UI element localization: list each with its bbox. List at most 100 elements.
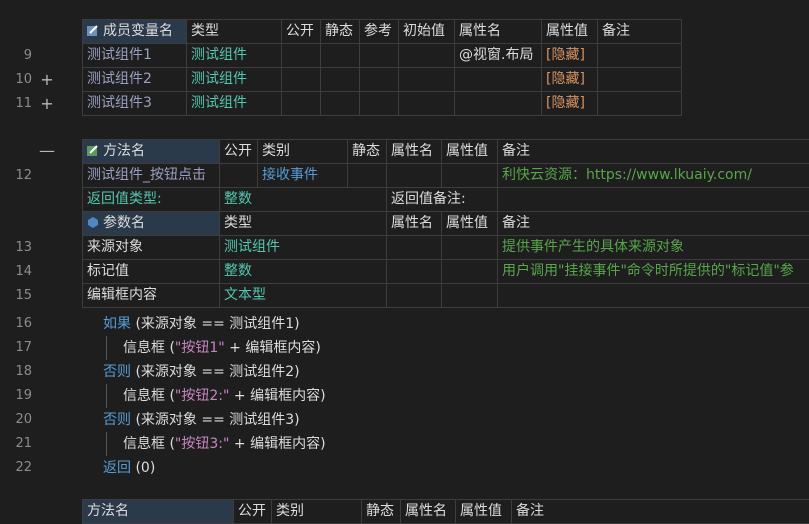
next-header-name[interactable]: 方法名 — [83, 500, 234, 524]
member-type-cell[interactable]: 测试组件 — [187, 44, 282, 68]
param-header-attr-name[interactable]: 属性名 — [387, 212, 442, 236]
param-header-attr-value[interactable]: 属性值 — [442, 212, 498, 236]
member-header-type[interactable]: 类型 — [187, 20, 282, 44]
code-line[interactable]: 信息框 ("按钮2:" + 编辑框内容) — [123, 384, 326, 408]
member-header-name[interactable]: 成员变量名 — [83, 20, 187, 44]
member-attr-cell[interactable] — [455, 68, 542, 92]
param-name-cell[interactable]: 来源对象 — [83, 236, 220, 260]
method-note-cell[interactable]: 利快云资源：https://www.lkuaiy.com/ — [498, 164, 809, 188]
param-attr-cell[interactable] — [387, 260, 442, 284]
string-literal: "按钮2:" — [175, 388, 230, 404]
member-name-cell[interactable]: 测试组件2 — [83, 68, 187, 92]
member-initial-cell[interactable] — [399, 44, 455, 68]
return-note-value[interactable] — [498, 188, 809, 212]
method-header-static[interactable]: 静态 — [348, 140, 387, 164]
method-name-cell[interactable]: 测试组件_按钮点击 — [83, 164, 220, 188]
method-attr-cell[interactable] — [387, 164, 442, 188]
method-header-note[interactable]: 备注 — [498, 140, 809, 164]
method-public-cell[interactable] — [220, 164, 258, 188]
param-name-cell[interactable]: 编辑框内容 — [83, 284, 220, 308]
next-header-attr-name[interactable]: 属性名 — [401, 500, 456, 524]
line-number: 17 — [0, 336, 32, 360]
param-note-cell[interactable] — [498, 284, 809, 308]
member-ref-cell[interactable] — [360, 92, 399, 116]
method-header-attr-name[interactable]: 属性名 — [387, 140, 442, 164]
member-value-cell[interactable]: [隐藏] — [542, 44, 598, 68]
code-line[interactable]: 信息框 ("按钮3:" + 编辑框内容) — [123, 432, 326, 456]
member-header-static[interactable]: 静态 — [321, 20, 360, 44]
code-line[interactable]: 信息框 ("按钮1" + 编辑框内容) — [123, 336, 321, 360]
member-initial-cell[interactable] — [399, 68, 455, 92]
member-public-cell[interactable] — [282, 44, 321, 68]
param-value-cell[interactable] — [442, 284, 498, 308]
param-attr-cell[interactable] — [387, 236, 442, 260]
param-type-cell[interactable]: 文本型 — [220, 284, 387, 308]
next-header-category[interactable]: 类别 — [272, 500, 362, 524]
method-header-public[interactable]: 公开 — [220, 140, 258, 164]
method-value-cell[interactable] — [442, 164, 498, 188]
member-name-cell[interactable]: 测试组件1 — [83, 44, 187, 68]
param-attr-cell[interactable] — [387, 284, 442, 308]
code-line[interactable]: 否则 (来源对象 == 测试组件2) — [103, 360, 300, 384]
method-category-cell[interactable]: 接收事件 — [258, 164, 348, 188]
member-ref-cell[interactable] — [360, 68, 399, 92]
table-row[interactable]: 标记值 整数 用户调用"挂接事件"命令时所提供的"标记值"参 — [83, 260, 809, 284]
member-value-cell[interactable]: [隐藏] — [542, 92, 598, 116]
param-note-cell[interactable]: 用户调用"挂接事件"命令时所提供的"标记值"参 — [498, 260, 809, 284]
table-row[interactable]: 测试组件1 测试组件 @视窗.布局 [隐藏] — [83, 44, 682, 68]
method-static-cell[interactable] — [348, 164, 387, 188]
member-static-cell[interactable] — [321, 44, 360, 68]
member-public-cell[interactable] — [282, 68, 321, 92]
member-note-cell[interactable] — [598, 92, 682, 116]
next-header-public[interactable]: 公开 — [234, 500, 272, 524]
function-name: 信息框 — [123, 388, 165, 404]
code-line[interactable]: 否则 (来源对象 == 测试组件3) — [103, 408, 300, 432]
member-name-cell[interactable]: 测试组件3 — [83, 92, 187, 116]
next-header-static[interactable]: 静态 — [362, 500, 401, 524]
member-note-cell[interactable] — [598, 68, 682, 92]
member-public-cell[interactable] — [282, 92, 321, 116]
member-header-initial[interactable]: 初始值 — [399, 20, 455, 44]
member-header-attr-name[interactable]: 属性名 — [455, 20, 542, 44]
member-static-cell[interactable] — [321, 68, 360, 92]
member-ref-cell[interactable] — [360, 44, 399, 68]
next-method-table: 方法名 公开 类别 静态 属性名 属性值 备注 — [82, 499, 809, 524]
method-header-category[interactable]: 类别 — [258, 140, 348, 164]
next-header-note[interactable]: 备注 — [512, 500, 809, 524]
member-value-cell[interactable]: [隐藏] — [542, 68, 598, 92]
param-type-cell[interactable]: 测试组件 — [220, 236, 387, 260]
table-row[interactable]: 测试组件3 测试组件 [隐藏] — [83, 92, 682, 116]
code-line[interactable]: 返回 (0) — [103, 456, 155, 480]
member-static-cell[interactable] — [321, 92, 360, 116]
return-type-value[interactable]: 整数 — [220, 188, 387, 212]
member-header-attr-value[interactable]: 属性值 — [542, 20, 598, 44]
member-header-note[interactable]: 备注 — [598, 20, 682, 44]
method-header-attr-value[interactable]: 属性值 — [442, 140, 498, 164]
param-value-cell[interactable] — [442, 236, 498, 260]
member-type-cell[interactable]: 测试组件 — [187, 68, 282, 92]
code-line[interactable]: 如果 (来源对象 == 测试组件1) — [103, 312, 300, 336]
table-row[interactable]: 来源对象 测试组件 提供事件产生的具体来源对象 — [83, 236, 809, 260]
member-attr-cell[interactable] — [455, 92, 542, 116]
member-note-cell[interactable] — [598, 44, 682, 68]
table-row[interactable]: 编辑框内容 文本型 — [83, 284, 809, 308]
param-header-note[interactable]: 备注 — [498, 212, 809, 236]
param-value-cell[interactable] — [442, 260, 498, 284]
member-initial-cell[interactable] — [399, 92, 455, 116]
method-header-name[interactable]: 方法名 — [83, 140, 220, 164]
next-header-attr-value[interactable]: 属性值 — [456, 500, 512, 524]
param-note-cell[interactable]: 提供事件产生的具体来源对象 — [498, 236, 809, 260]
table-row[interactable]: 测试组件2 测试组件 [隐藏] — [83, 68, 682, 92]
param-header-name[interactable]: 参数名 — [83, 212, 220, 236]
member-type-cell[interactable]: 测试组件 — [187, 92, 282, 116]
param-name-cell[interactable]: 标记值 — [83, 260, 220, 284]
member-header-public[interactable]: 公开 — [282, 20, 321, 44]
fold-collapse-icon[interactable]: — — [38, 139, 56, 163]
table-row[interactable]: 测试组件_按钮点击 接收事件 利快云资源：https://www.lkuaiy.… — [83, 164, 809, 188]
fold-expand-icon[interactable]: + — [38, 92, 56, 116]
param-type-cell[interactable]: 整数 — [220, 260, 387, 284]
param-header-type[interactable]: 类型 — [220, 212, 387, 236]
member-header-ref[interactable]: 参考 — [360, 20, 399, 44]
fold-expand-icon[interactable]: + — [38, 68, 56, 92]
member-attr-cell[interactable]: @视窗.布局 — [455, 44, 542, 68]
